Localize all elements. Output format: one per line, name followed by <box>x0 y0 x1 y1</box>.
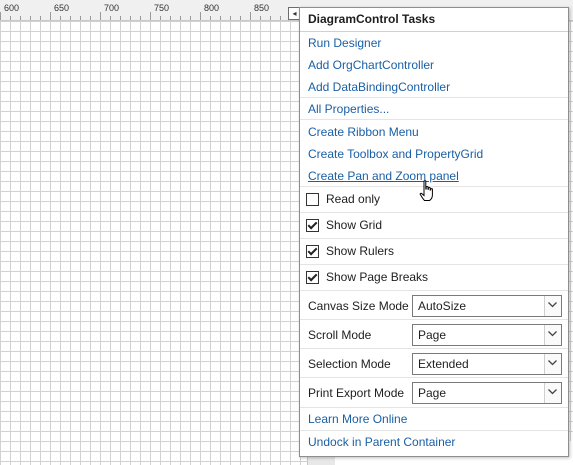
ruler-tick <box>250 12 251 20</box>
chevron-down-icon[interactable] <box>544 383 561 403</box>
print-export-mode-row: Print Export Mode Page <box>300 382 568 404</box>
divider <box>300 290 568 291</box>
ruler-tick <box>160 16 161 20</box>
ruler-tick <box>60 16 61 20</box>
ruler-tick <box>110 16 111 20</box>
divider <box>300 264 568 265</box>
canvas-size-mode-label: Canvas Size Mode <box>308 299 409 313</box>
show-grid-label: Show Grid <box>326 218 383 232</box>
ruler-tick <box>10 16 11 20</box>
selection-mode-label: Selection Mode <box>308 357 391 371</box>
ruler-label: 750 <box>154 3 170 13</box>
show-grid-checkbox[interactable] <box>306 218 319 232</box>
ruler-tick <box>0 12 1 20</box>
print-export-mode-select[interactable]: Page <box>412 382 562 404</box>
ruler-tick <box>50 12 51 20</box>
show-page-breaks-checkbox-row[interactable]: Show Page Breaks <box>306 269 428 285</box>
ruler-tick <box>90 16 91 20</box>
ruler-tick <box>80 16 81 20</box>
ruler-label: 650 <box>54 3 70 13</box>
scroll-mode-select[interactable]: Page <box>412 324 562 346</box>
print-export-mode-label: Print Export Mode <box>308 386 405 400</box>
ruler-tick <box>240 16 241 20</box>
scroll-mode-row: Scroll Mode Page <box>300 324 568 346</box>
panel-title: DiagramControl Tasks <box>308 12 436 26</box>
canvas-size-mode-value: AutoSize <box>418 299 467 313</box>
ruler-tick <box>70 16 71 20</box>
ruler-tick <box>140 16 141 20</box>
add-orgchart-controller-link[interactable]: Add OrgChartController <box>308 58 434 72</box>
divider <box>300 348 568 349</box>
ruler-label: 600 <box>4 3 20 13</box>
canvas-size-mode-row: Canvas Size Mode AutoSize <box>300 295 568 317</box>
show-grid-checkbox-row[interactable]: Show Grid <box>306 217 382 233</box>
ruler-tick <box>30 16 31 20</box>
ruler-tick <box>280 16 281 20</box>
ruler-tick <box>210 16 211 20</box>
selection-mode-row: Selection Mode Extended <box>300 353 568 375</box>
divider <box>300 119 568 120</box>
learn-more-online-link[interactable]: Learn More Online <box>308 412 407 426</box>
divider <box>300 238 568 239</box>
ruler-tick <box>270 16 271 20</box>
create-pan-zoom-panel-link[interactable]: Create Pan and Zoom panel <box>308 169 459 183</box>
divider <box>300 430 568 431</box>
read-only-checkbox-row[interactable]: Read only <box>306 191 380 207</box>
scroll-mode-value: Page <box>418 328 447 342</box>
ruler-tick <box>230 16 231 20</box>
ruler-tick <box>120 16 121 20</box>
ruler-tick <box>200 12 201 20</box>
divider <box>300 319 568 320</box>
divider <box>300 407 568 408</box>
ruler-tick <box>130 16 131 20</box>
ruler-tick <box>220 16 221 20</box>
create-toolbox-propertygrid-link[interactable]: Create Toolbox and PropertyGrid <box>308 147 483 161</box>
undock-parent-container-link[interactable]: Undock in Parent Container <box>308 435 455 449</box>
chevron-down-icon[interactable] <box>544 296 561 316</box>
run-designer-link[interactable]: Run Designer <box>308 36 381 50</box>
print-export-mode-value: Page <box>418 386 447 400</box>
show-rulers-label: Show Rulers <box>326 244 395 258</box>
show-rulers-checkbox[interactable] <box>306 244 319 258</box>
ruler-label: 700 <box>104 3 120 13</box>
show-rulers-checkbox-row[interactable]: Show Rulers <box>306 243 394 259</box>
all-properties-link[interactable]: All Properties... <box>308 102 389 116</box>
ruler-label: 800 <box>204 3 220 13</box>
scroll-mode-label: Scroll Mode <box>308 328 372 342</box>
chevron-down-icon[interactable] <box>544 325 561 345</box>
ruler-label: 850 <box>254 3 270 13</box>
chevron-down-icon[interactable] <box>544 354 561 374</box>
ruler-tick <box>20 16 21 20</box>
ruler-tick <box>190 16 191 20</box>
smart-tag-panel: DiagramControl Tasks Run Designer Add Or… <box>299 7 569 457</box>
show-page-breaks-label: Show Page Breaks <box>326 270 429 284</box>
divider <box>300 31 568 32</box>
read-only-label: Read only <box>326 192 381 206</box>
ruler-tick <box>180 16 181 20</box>
ruler-tick <box>100 12 101 20</box>
divider <box>300 377 568 378</box>
canvas-size-mode-select[interactable]: AutoSize <box>412 295 562 317</box>
selection-mode-value: Extended <box>418 357 469 371</box>
ruler-tick <box>150 12 151 20</box>
hand-pointer-icon <box>419 180 433 201</box>
add-databinding-controller-link[interactable]: Add DataBindingController <box>308 80 450 94</box>
ruler-tick <box>260 16 261 20</box>
selection-mode-select[interactable]: Extended <box>412 353 562 375</box>
ruler-tick <box>40 16 41 20</box>
create-ribbon-menu-link[interactable]: Create Ribbon Menu <box>308 125 419 139</box>
divider <box>300 97 568 98</box>
divider <box>300 212 568 213</box>
ruler-tick <box>170 16 171 20</box>
read-only-checkbox[interactable] <box>306 192 319 206</box>
show-page-breaks-checkbox[interactable] <box>306 270 319 284</box>
